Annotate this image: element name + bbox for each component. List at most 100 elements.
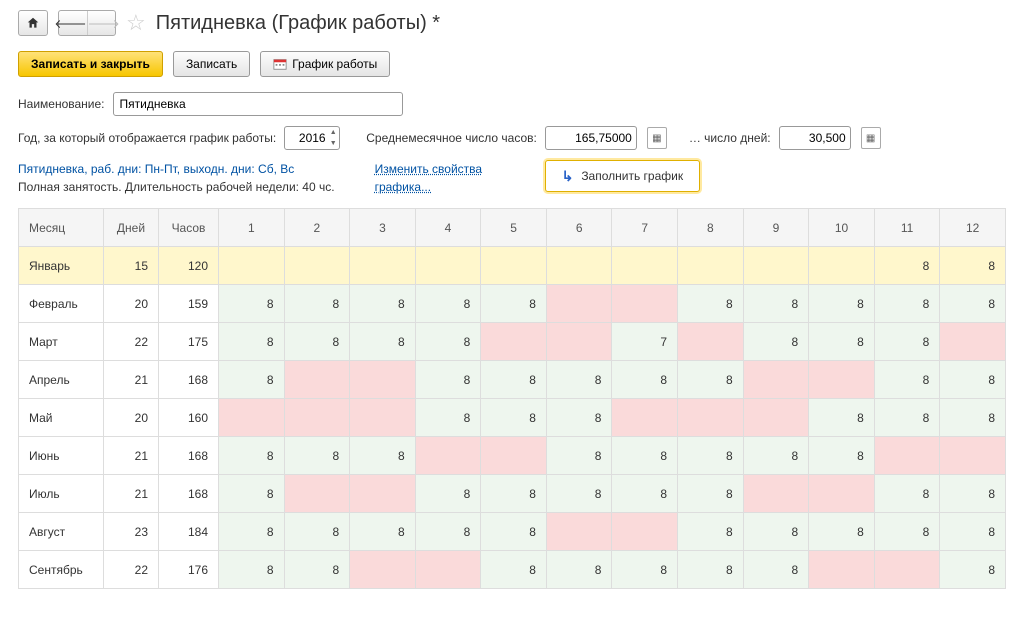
day-cell[interactable]: 8 <box>481 285 547 323</box>
day-cell[interactable] <box>350 399 416 437</box>
day-cell[interactable] <box>284 399 350 437</box>
table-row[interactable]: Апрель2116888888888 <box>19 361 1006 399</box>
save-close-button[interactable]: Записать и закрыть <box>18 51 163 77</box>
day-cell[interactable]: 8 <box>874 361 940 399</box>
day-cell[interactable]: 8 <box>350 285 416 323</box>
day-cell[interactable]: 8 <box>350 437 416 475</box>
day-cell[interactable]: 8 <box>546 551 612 589</box>
day-cell[interactable] <box>546 247 612 285</box>
day-cell[interactable]: 8 <box>743 551 809 589</box>
day-cell[interactable] <box>874 551 940 589</box>
day-cell[interactable]: 8 <box>350 513 416 551</box>
day-cell[interactable] <box>612 513 678 551</box>
day-cell[interactable]: 8 <box>940 361 1006 399</box>
day-cell[interactable]: 8 <box>678 513 744 551</box>
day-cell[interactable] <box>546 323 612 361</box>
day-cell[interactable]: 8 <box>809 399 875 437</box>
day-cell[interactable] <box>415 551 481 589</box>
day-cell[interactable]: 8 <box>415 475 481 513</box>
day-cell[interactable]: 8 <box>940 247 1006 285</box>
day-cell[interactable] <box>612 247 678 285</box>
day-cell[interactable]: 8 <box>874 285 940 323</box>
year-spinner[interactable]: ▲▼ <box>327 127 339 149</box>
edit-properties-link[interactable]: Изменить свойства графика... <box>375 162 483 194</box>
schedule-button[interactable]: График работы <box>260 51 390 77</box>
table-row[interactable]: Июнь2116888888888 <box>19 437 1006 475</box>
table-row[interactable]: Июль2116888888888 <box>19 475 1006 513</box>
day-cell[interactable] <box>940 323 1006 361</box>
day-cell[interactable] <box>481 323 547 361</box>
day-cell[interactable]: 8 <box>481 361 547 399</box>
day-cell[interactable]: 8 <box>809 513 875 551</box>
table-row[interactable]: Май20160888888 <box>19 399 1006 437</box>
day-cell[interactable]: 8 <box>874 399 940 437</box>
day-cell[interactable]: 8 <box>219 437 285 475</box>
day-cell[interactable]: 8 <box>481 513 547 551</box>
day-cell[interactable]: 8 <box>743 285 809 323</box>
day-cell[interactable]: 8 <box>546 437 612 475</box>
day-cell[interactable] <box>219 399 285 437</box>
day-cell[interactable]: 8 <box>678 437 744 475</box>
day-cell[interactable] <box>743 475 809 513</box>
day-cell[interactable]: 8 <box>940 513 1006 551</box>
day-cell[interactable] <box>743 247 809 285</box>
day-cell[interactable] <box>678 247 744 285</box>
day-cell[interactable]: 8 <box>678 551 744 589</box>
day-cell[interactable] <box>481 437 547 475</box>
day-cell[interactable] <box>350 361 416 399</box>
day-cell[interactable] <box>809 475 875 513</box>
day-cell[interactable]: 8 <box>874 513 940 551</box>
day-cell[interactable] <box>350 551 416 589</box>
day-cell[interactable]: 8 <box>612 551 678 589</box>
day-cell[interactable] <box>809 361 875 399</box>
day-cell[interactable] <box>743 399 809 437</box>
day-cell[interactable]: 8 <box>743 437 809 475</box>
day-cell[interactable]: 8 <box>481 551 547 589</box>
day-cell[interactable]: 8 <box>284 323 350 361</box>
day-cell[interactable]: 8 <box>874 323 940 361</box>
day-cell[interactable] <box>350 247 416 285</box>
day-cell[interactable]: 8 <box>940 475 1006 513</box>
day-cell[interactable] <box>678 399 744 437</box>
day-cell[interactable] <box>284 361 350 399</box>
day-cell[interactable] <box>350 475 416 513</box>
day-cell[interactable] <box>809 247 875 285</box>
table-row[interactable]: Март2217588887888 <box>19 323 1006 361</box>
save-button[interactable]: Записать <box>173 51 250 77</box>
days-input[interactable] <box>779 126 851 150</box>
nav-forward-button[interactable]: 🡒 <box>88 11 120 35</box>
day-cell[interactable]: 8 <box>219 513 285 551</box>
day-cell[interactable]: 8 <box>874 247 940 285</box>
day-cell[interactable]: 8 <box>481 399 547 437</box>
day-cell[interactable]: 8 <box>612 437 678 475</box>
day-cell[interactable]: 8 <box>415 513 481 551</box>
day-cell[interactable]: 7 <box>612 323 678 361</box>
day-cell[interactable]: 8 <box>743 513 809 551</box>
day-cell[interactable]: 8 <box>546 399 612 437</box>
day-cell[interactable]: 8 <box>809 323 875 361</box>
home-button[interactable] <box>18 10 48 36</box>
name-input[interactable] <box>113 92 403 116</box>
day-cell[interactable] <box>546 513 612 551</box>
day-cell[interactable]: 8 <box>546 361 612 399</box>
avg-hours-input[interactable] <box>545 126 637 150</box>
day-cell[interactable]: 8 <box>284 285 350 323</box>
day-cell[interactable]: 8 <box>743 323 809 361</box>
day-cell[interactable]: 8 <box>809 285 875 323</box>
day-cell[interactable] <box>481 247 547 285</box>
day-cell[interactable] <box>546 285 612 323</box>
day-cell[interactable]: 8 <box>678 285 744 323</box>
day-cell[interactable] <box>743 361 809 399</box>
favorite-star-icon[interactable]: ☆ <box>126 10 146 36</box>
day-cell[interactable] <box>874 437 940 475</box>
day-cell[interactable] <box>612 399 678 437</box>
day-cell[interactable]: 8 <box>678 361 744 399</box>
day-cell[interactable]: 8 <box>219 323 285 361</box>
day-cell[interactable] <box>678 323 744 361</box>
day-cell[interactable]: 8 <box>874 475 940 513</box>
day-cell[interactable] <box>284 475 350 513</box>
day-cell[interactable]: 8 <box>678 475 744 513</box>
day-cell[interactable]: 8 <box>940 551 1006 589</box>
day-cell[interactable]: 8 <box>284 437 350 475</box>
day-cell[interactable]: 8 <box>809 437 875 475</box>
